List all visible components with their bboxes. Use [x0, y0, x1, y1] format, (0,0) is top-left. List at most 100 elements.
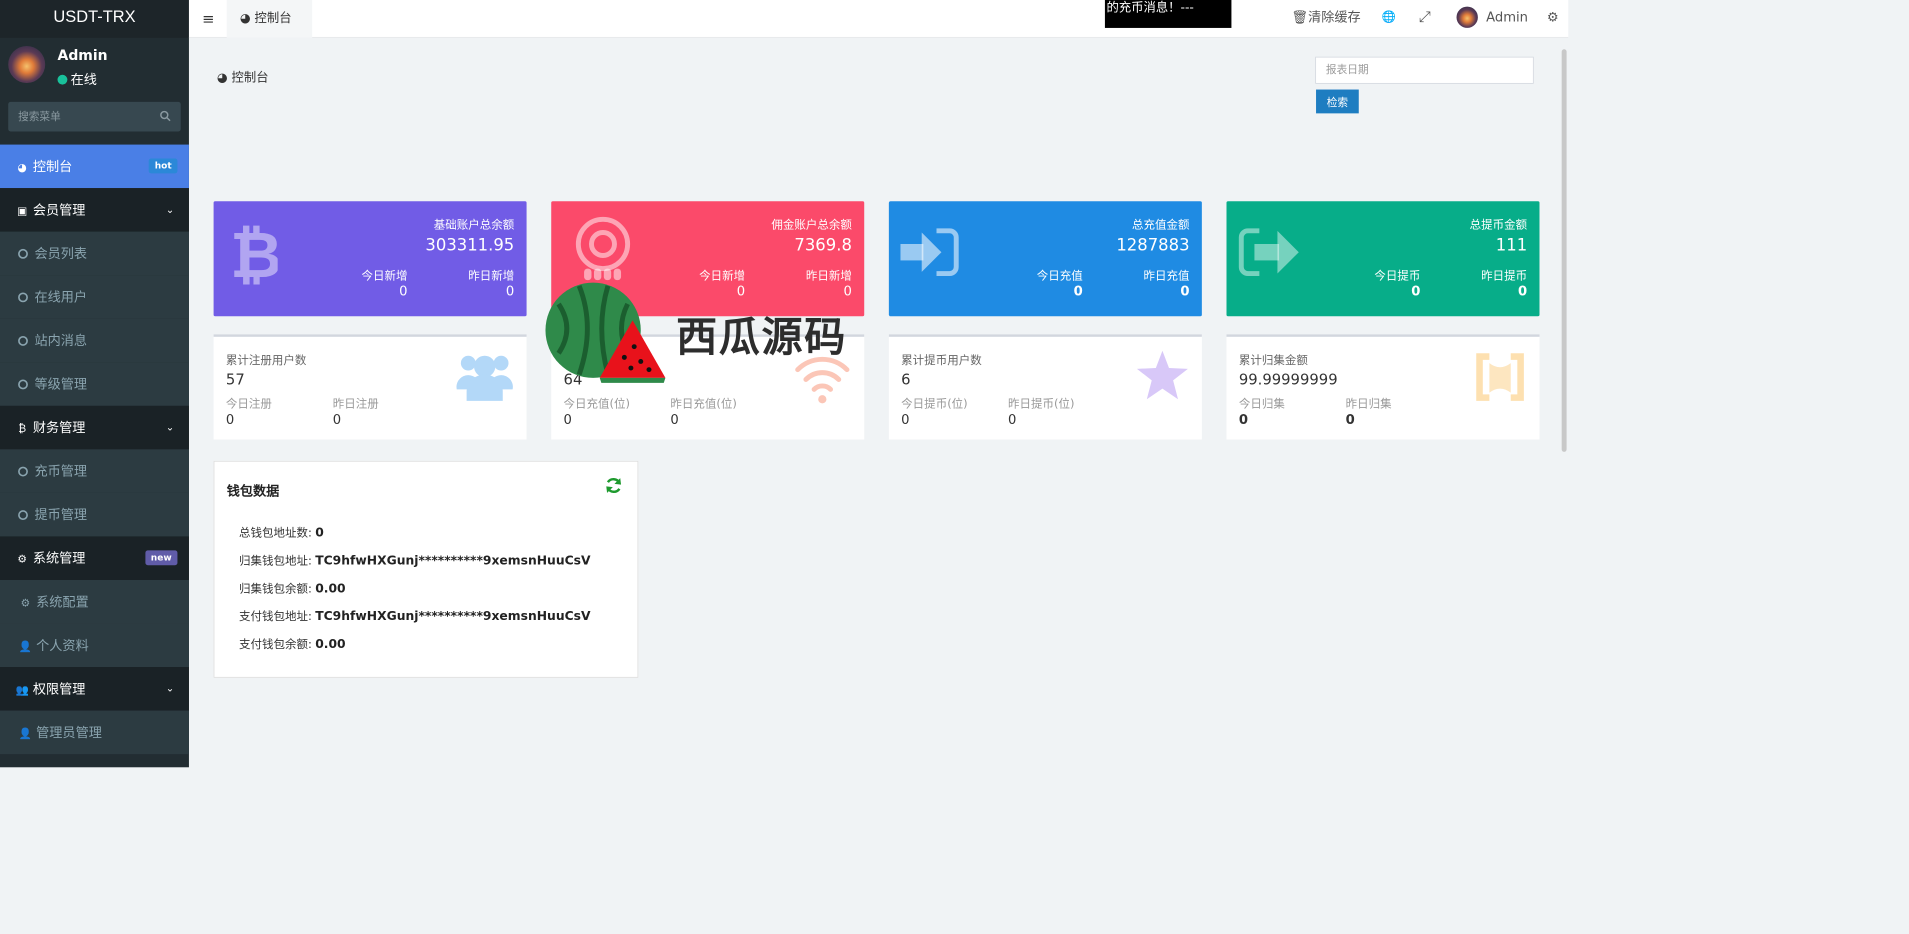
sidebar: USDT-TRX Admin 在线 ◕控制台hot ▣会员管理⌄ 会员列表 在线… — [0, 0, 189, 768]
card-title: 总提币金额 — [1469, 218, 1528, 232]
wcard-value-yesterday: 0 — [670, 411, 679, 428]
user-icon: 👤 — [18, 727, 33, 741]
sidebar-item-admin-mgmt[interactable]: 👤 管理员管理 — [0, 710, 189, 755]
card-value: 7369.8 — [794, 234, 852, 255]
sidebar-item-permission-mgmt[interactable]: 👥 权限管理 ⌄ — [0, 667, 189, 711]
svg-text:₿: ₿ — [230, 219, 278, 285]
admin-menu[interactable]: Admin — [1456, 0, 1528, 38]
circle-icon — [18, 466, 28, 477]
wcard-label-yesterday: 昨日注册 — [332, 397, 379, 411]
refresh-icon[interactable] — [605, 476, 623, 494]
card-value-yesterday: 0 — [1180, 283, 1190, 300]
stat-card-base-balance: ₿ 基础账户总余额 303311.95 今日新增 昨日新增 0 0 — [213, 201, 527, 317]
wallet-title: 钱包数据 — [226, 483, 280, 499]
search-icon[interactable] — [159, 110, 171, 122]
new-badge: new — [145, 550, 178, 566]
sidebar-item-member-list[interactable]: 会员列表 — [0, 231, 189, 276]
search-button[interactable]: 检索 — [1316, 89, 1359, 114]
card-value: 303311.95 — [425, 234, 515, 255]
avatar — [8, 46, 46, 83]
wcard-value-yesterday: 0 — [1007, 411, 1017, 428]
watermelon-logo-icon — [545, 282, 666, 383]
wcard-value: 57 — [225, 371, 245, 389]
wcard-value-today: 0 — [1238, 411, 1248, 428]
address-book-icon: ▣ — [17, 205, 28, 218]
top-header: ≡ ◕ 控制台 的充币消息！--- 🗑清除缓存 🌐 ⤢ Admin ⚙ — [188, 0, 1569, 38]
sidebar-item-dashboard[interactable]: ◕ 控制台 hot — [0, 144, 189, 189]
card-label-today: 今日新增 — [361, 269, 408, 283]
user-status: 在线 — [57, 68, 97, 88]
wcard-label-today: 今日充值(位) — [563, 397, 631, 411]
wcard-title: 累计提币用户数 — [901, 354, 982, 368]
wallet-row-collect-address: 归集钱包地址: TC9hfwHXGunj**********9xemsnHuuCs… — [239, 552, 591, 568]
wcard-label-today: 今日注册 — [225, 397, 272, 411]
card-value-today: 0 — [399, 283, 408, 300]
report-date-input[interactable] — [1315, 56, 1534, 84]
user-status-label: 在线 — [70, 71, 97, 88]
card-value-today: 0 — [1073, 283, 1083, 300]
users-icon: 👥 — [15, 684, 29, 697]
sidebar-search-input[interactable] — [8, 101, 181, 132]
hot-badge: hot — [148, 158, 178, 174]
card-label-today: 今日充值 — [1036, 269, 1083, 283]
language-icon[interactable]: 🌐 — [1382, 0, 1396, 38]
card-title: 佣金账户总余额 — [771, 218, 852, 232]
sidebar-item-online-users[interactable]: 在线用户 — [0, 275, 189, 319]
card-value-today: 0 — [736, 283, 746, 300]
sign-out-icon — [1238, 228, 1299, 277]
settings-icon[interactable]: ⚙ — [1547, 0, 1559, 38]
circle-icon — [18, 292, 28, 303]
wcard-label-today: 今日提币(位) — [901, 397, 968, 411]
stat-card-total-withdraw: 总提币金额 111 今日提币 昨日提币 0 0 — [1226, 201, 1540, 317]
sidebar-item-system-mgmt[interactable]: ⚙ 系统管理 new — [0, 536, 189, 580]
gear-icon: ⚙ — [20, 597, 31, 610]
card-value: 111 — [1495, 234, 1528, 255]
stat-card-withdraw-users: 累计提币用户数 6 今日提币(位) 昨日提币(位) 0 0 — [888, 334, 1202, 440]
chevron-down-icon: ⌄ — [165, 682, 175, 695]
notice-marquee: 的充币消息！--- — [1104, 0, 1232, 28]
card-label-yesterday: 昨日新增 — [468, 269, 515, 283]
card-label-yesterday: 昨日充值 — [1143, 269, 1190, 283]
user-name: Admin — [57, 47, 108, 65]
clear-cache-button[interactable]: 🗑清除缓存 — [1291, 0, 1360, 38]
sidebar-item-finance-mgmt[interactable]: ₿ 财务管理 ⌄ — [0, 405, 189, 450]
sidebar-item-member-mgmt[interactable]: ▣ 会员管理 ⌄ — [0, 188, 189, 232]
menu-toggle-icon[interactable]: ≡ — [202, 11, 214, 28]
sidebar-item-deposit-mgmt[interactable]: 充币管理 — [0, 449, 189, 493]
wcard-title: 累计注册用户数 — [225, 354, 307, 368]
sidebar-item-site-messages[interactable]: 站内消息 — [0, 318, 189, 363]
wcard-value-today: 0 — [225, 411, 235, 428]
gift-icon — [575, 216, 631, 281]
sign-in-icon — [900, 228, 959, 277]
bracket-icon — [1476, 353, 1524, 401]
wcard-value: 99.99999999 — [1238, 371, 1338, 389]
wcard-title: 累计归集金额 — [1238, 354, 1308, 368]
sidebar-item-system-config[interactable]: ⚙ 系统配置 — [0, 579, 189, 624]
wcard-value: 6 — [901, 371, 911, 389]
tab-dashboard[interactable]: ◕ 控制台 — [226, 0, 313, 38]
wcard-value-today: 0 — [901, 411, 910, 428]
avatar — [1456, 6, 1478, 28]
app-logo[interactable]: USDT-TRX — [0, 0, 189, 38]
wallet-row-collect-balance: 归集钱包余额: 0.00 — [239, 580, 346, 596]
watermark-text: 西瓜源码 — [676, 312, 847, 361]
fullscreen-icon[interactable]: ⤢ — [1419, 0, 1431, 38]
sidebar-search — [8, 101, 181, 132]
wcard-label-today: 今日归集 — [1238, 397, 1285, 411]
online-dot-icon — [57, 74, 68, 85]
star-icon — [1136, 350, 1188, 400]
scrollbar[interactable] — [1561, 49, 1567, 452]
wallet-row-pay-address: 支付钱包地址: TC9hfwHXGunj**********9xemsnHuuCs… — [239, 608, 591, 624]
sidebar-item-level-mgmt[interactable]: 等级管理 — [0, 362, 189, 406]
wcard-value-yesterday: 0 — [1345, 411, 1355, 428]
wcard-label-yesterday: 昨日提币(位) — [1007, 397, 1075, 411]
card-title: 总充值金额 — [1132, 218, 1190, 232]
sidebar-item-profile[interactable]: 👤 个人资料 — [0, 623, 189, 668]
bitcoin-icon: ₿ — [18, 423, 27, 436]
circle-icon — [18, 510, 28, 521]
card-value-yesterday: 0 — [843, 283, 852, 300]
wallet-row-pay-balance: 支付钱包余额: 0.00 — [239, 636, 346, 652]
sidebar-item-withdraw-mgmt[interactable]: 提币管理 — [0, 492, 189, 537]
dashboard-icon: ◕ — [216, 69, 232, 85]
users-icon — [456, 355, 513, 401]
